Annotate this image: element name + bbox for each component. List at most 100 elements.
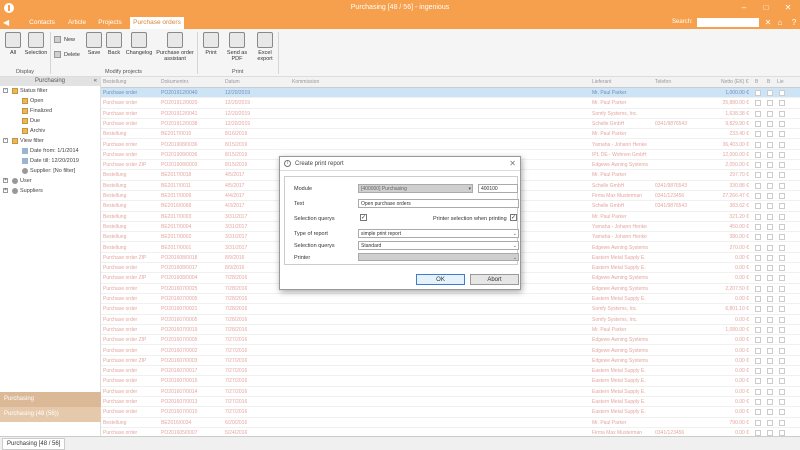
dialog-close-icon[interactable]: ✕ <box>509 159 516 168</box>
row-checkbox[interactable] <box>755 254 761 261</box>
row-checkbox[interactable] <box>779 90 785 96</box>
table-row[interactable]: Purchase order PO201605/0007 5/24/2016 Firm… <box>101 428 800 436</box>
table-row[interactable]: Purchase order PO201607/0014 7/27/2016 East… <box>101 387 800 397</box>
row-checkbox[interactable] <box>779 429 785 436</box>
table-row[interactable]: Purchase order PO201912/0040 12/20/2019 Mr.… <box>101 88 800 99</box>
row-checkbox[interactable] <box>755 316 761 323</box>
row-checkbox[interactable] <box>755 203 761 210</box>
table-row[interactable]: Purchase order ZIP PO201607/0005 7/27/2016… <box>101 335 800 346</box>
row-checkbox[interactable] <box>779 234 785 241</box>
row-checkbox[interactable] <box>755 182 761 189</box>
row-checkbox[interactable] <box>755 265 761 272</box>
row-checkbox[interactable] <box>779 285 785 292</box>
row-checkbox[interactable] <box>755 275 761 282</box>
row-checkbox[interactable] <box>779 357 785 364</box>
header-bestellung[interactable]: Bestellung <box>103 79 126 85</box>
text-field[interactable]: Open purchase orders <box>358 199 519 208</box>
table-row[interactable]: Purchase order PO201607/0005 7/28/2016 Somf… <box>101 315 800 325</box>
row-checkbox[interactable] <box>767 337 773 344</box>
row-checkbox[interactable] <box>755 368 761 375</box>
row-checkbox[interactable] <box>767 223 773 230</box>
row-checkbox[interactable] <box>767 409 773 416</box>
selection-query-select[interactable]: Standard ⌄ <box>358 241 519 250</box>
row-checkbox[interactable] <box>755 193 761 199</box>
row-checkbox[interactable] <box>767 141 773 148</box>
row-checkbox[interactable] <box>767 275 773 282</box>
row-checkbox[interactable] <box>755 141 761 148</box>
delete-button[interactable]: Delete <box>54 51 80 58</box>
close-icon[interactable]: ✕ <box>781 2 795 14</box>
collapse-tree-icon[interactable]: - <box>3 138 8 143</box>
ok-button[interactable]: OK <box>416 274 465 285</box>
row-checkbox[interactable] <box>767 120 773 127</box>
row-checkbox[interactable] <box>755 223 761 230</box>
row-checkbox[interactable] <box>779 254 785 261</box>
table-row[interactable]: Purchase order PO201607/0010 7/27/2016 East… <box>101 407 800 418</box>
row-checkbox[interactable] <box>779 368 785 375</box>
row-checkbox[interactable] <box>779 182 785 189</box>
sidebar-item-view-filter[interactable]: - View filter <box>0 136 100 146</box>
row-checkbox[interactable] <box>755 120 761 127</box>
assistant-button[interactable]: Purchase order assistant <box>155 32 195 62</box>
row-checkbox[interactable] <box>755 419 761 426</box>
row-checkbox[interactable] <box>767 357 773 364</box>
row-checkbox[interactable] <box>755 429 761 436</box>
expand-tree-icon[interactable]: + <box>3 188 8 193</box>
row-checkbox[interactable] <box>755 357 761 364</box>
row-checkbox[interactable] <box>767 285 773 292</box>
row-checkbox[interactable] <box>755 388 761 395</box>
row-checkbox[interactable] <box>779 213 785 220</box>
row-checkbox[interactable] <box>779 172 785 179</box>
row-checkbox[interactable] <box>779 151 785 158</box>
row-checkbox[interactable] <box>755 337 761 344</box>
row-checkbox[interactable] <box>767 244 773 251</box>
row-checkbox[interactable] <box>755 131 761 138</box>
row-checkbox[interactable] <box>779 388 785 395</box>
new-button[interactable]: New <box>54 36 75 43</box>
back-arrow-icon[interactable]: ◀ <box>3 18 13 27</box>
row-checkbox[interactable] <box>767 162 773 169</box>
changelog-button[interactable]: Changelog <box>125 32 153 56</box>
module-code-field[interactable]: 400100 <box>478 184 518 193</box>
save-button[interactable]: Save <box>85 32 103 56</box>
row-checkbox[interactable] <box>767 306 773 313</box>
header-document[interactable]: Dokumentnr. <box>161 79 189 85</box>
table-row[interactable]: Purchase order PO201607/0021 7/28/2016 Somf… <box>101 304 800 315</box>
selection-queries-checkbox[interactable]: ✓ <box>360 214 367 221</box>
row-checkbox[interactable] <box>767 203 773 210</box>
table-row[interactable]: Purchase order ZIP PO201607/0003 7/27/2016… <box>101 356 800 367</box>
row-checkbox[interactable] <box>779 203 785 210</box>
row-checkbox[interactable] <box>779 141 785 148</box>
table-row[interactable]: Bestellung BE2016/0034 6/20/2016 Mr. Paul P… <box>101 418 800 428</box>
printer-selection-checkbox[interactable]: ✓ <box>510 214 517 221</box>
row-checkbox[interactable] <box>779 337 785 344</box>
tab-contacts[interactable]: Contacts <box>22 17 62 29</box>
row-checkbox[interactable] <box>779 326 785 333</box>
row-checkbox[interactable] <box>755 399 761 405</box>
row-checkbox[interactable] <box>767 254 773 261</box>
row-checkbox[interactable] <box>755 326 761 333</box>
row-checkbox[interactable] <box>779 399 785 405</box>
sidebar-item-date-till[interactable]: Date till: 12/20/2019 <box>0 156 100 166</box>
row-checkbox[interactable] <box>779 131 785 138</box>
row-checkbox[interactable] <box>779 409 785 416</box>
row-checkbox[interactable] <box>779 120 785 127</box>
row-checkbox[interactable] <box>779 110 785 117</box>
row-checkbox[interactable] <box>755 90 761 96</box>
table-row[interactable]: Purchase order PO201607/0013 7/27/2016 East… <box>101 397 800 408</box>
sidebar-item-archiv[interactable]: Archiv <box>0 126 100 136</box>
row-checkbox[interactable] <box>767 90 773 96</box>
row-checkbox[interactable] <box>755 110 761 117</box>
tab-article[interactable]: Article <box>62 17 92 29</box>
sidebar-item-due[interactable]: Due <box>0 116 100 126</box>
sidebar-bottom-purchasing[interactable]: Purchasing <box>0 392 101 407</box>
header-lie[interactable]: Lie <box>777 79 784 85</box>
status-tab[interactable]: Purchasing [48 / 56] <box>2 438 66 450</box>
table-row[interactable]: Purchase order PO201607/0019 7/28/2016 Mr. … <box>101 325 800 336</box>
table-row[interactable]: Purchase order PO201912/0020 12/20/2019 Mr.… <box>101 98 800 109</box>
header-supplier[interactable]: Lieferant <box>592 79 611 85</box>
header-b2[interactable]: B <box>767 79 770 85</box>
send-pdf-button[interactable]: Send as PDF <box>222 32 252 62</box>
sidebar-item-date-from[interactable]: Date from: 1/1/2014 <box>0 146 100 156</box>
report-type-select[interactable]: simple print report ⌄ <box>358 229 519 238</box>
